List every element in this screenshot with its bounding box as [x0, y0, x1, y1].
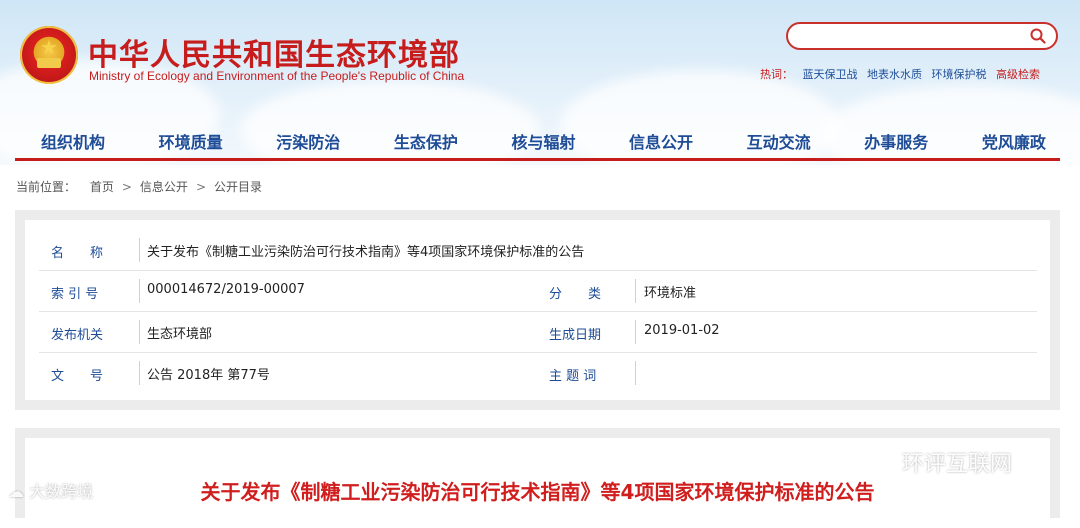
watermark-left-text: 大数跨境	[29, 482, 94, 501]
info-row-publisher: 发布机关 生态环境部 生成日期 2019-01-02	[39, 312, 1037, 353]
gate-icon	[37, 58, 61, 68]
advanced-search-link[interactable]: 高级检索	[996, 68, 1040, 81]
nav-item-party-integrity[interactable]: 党风廉政	[982, 128, 1046, 158]
nav-item-pollution-control[interactable]: 污染防治	[276, 128, 340, 158]
info-key-publisher: 发布机关	[51, 328, 104, 343]
nav-item-information-disclosure[interactable]: 信息公开	[629, 128, 693, 158]
nav-item-nuclear-radiation[interactable]: 核与辐射	[511, 128, 575, 158]
breadcrumb-separator: >	[121, 180, 132, 194]
info-key-name: 名 称	[51, 246, 104, 261]
info-key-category: 分 类	[549, 287, 602, 302]
breadcrumb-info-disclosure[interactable]: 信息公开	[140, 180, 188, 194]
breadcrumb-catalog[interactable]: 公开目录	[214, 180, 262, 194]
breadcrumb: 当前位置： 首页 > 信息公开 > 公开目录	[16, 178, 262, 195]
info-separator	[139, 279, 140, 303]
info-key-date: 生成日期	[549, 328, 602, 343]
info-separator	[635, 320, 636, 344]
info-row-doc-number: 文 号 公告 2018年 第77号 主 题 词	[39, 353, 1037, 393]
info-value-name: 关于发布《制糖工业污染防治可行技术指南》等4项国家环境保护标准的公告	[147, 245, 585, 260]
nav-item-interaction[interactable]: 互动交流	[747, 128, 811, 158]
main-nav: 组织机构 环境质量 污染防治 生态保护 核与辐射 信息公开 互动交流 办事服务 …	[15, 128, 1060, 158]
info-separator	[139, 320, 140, 344]
info-value-publisher: 生态环境部	[147, 327, 213, 342]
star-icon: ★	[40, 35, 58, 59]
hot-word-link[interactable]: 蓝天保卫战	[803, 68, 858, 81]
info-value-category: 环境标准	[644, 286, 697, 301]
info-separator	[139, 238, 140, 262]
hot-word-link[interactable]: 地表水水质	[867, 68, 922, 81]
search-icon[interactable]	[1030, 28, 1046, 44]
info-row-index: 索 引 号 000014672/2019-00007 分 类 环境标准	[39, 271, 1037, 312]
info-key-index: 索 引 号	[51, 287, 99, 302]
hot-words: 热词： 蓝天保卫战 地表水水质 环境保护税 高级检索	[760, 66, 1040, 82]
hot-words-label: 热词：	[760, 68, 793, 81]
watermark-right-text: 环评互联网	[902, 452, 1013, 477]
nav-item-environment-quality[interactable]: 环境质量	[159, 128, 223, 158]
info-separator	[139, 361, 140, 385]
watermark-logo-icon: ☁	[8, 482, 24, 501]
nav-divider	[15, 158, 1060, 161]
site-subtitle: Ministry of Ecology and Environment of t…	[89, 69, 465, 83]
info-separator	[635, 361, 636, 385]
info-value-date: 2019-01-02	[644, 323, 720, 338]
info-key-doc-number: 文 号	[51, 369, 104, 384]
breadcrumb-label: 当前位置：	[16, 180, 77, 194]
site-title[interactable]: 中华人民共和国生态环境部	[88, 30, 460, 74]
breadcrumb-home[interactable]: 首页	[90, 180, 114, 194]
info-value-doc-number: 公告 2018年 第77号	[147, 368, 270, 383]
info-row-name: 名 称 关于发布《制糖工业污染防治可行技术指南》等4项国家环境保护标准的公告	[39, 230, 1037, 271]
search-box	[786, 22, 1058, 50]
info-separator	[635, 279, 636, 303]
national-emblem-icon[interactable]: ★	[20, 26, 78, 84]
document-info-panel: 名 称 关于发布《制糖工业污染防治可行技术指南》等4项国家环境保护标准的公告 索…	[15, 210, 1060, 410]
document-info-table: 名 称 关于发布《制糖工业污染防治可行技术指南》等4项国家环境保护标准的公告 索…	[25, 220, 1050, 400]
nav-item-services[interactable]: 办事服务	[864, 128, 928, 158]
info-key-subject: 主 题 词	[549, 369, 597, 384]
article-title: 关于发布《制糖工业污染防治可行技术指南》等4项国家环境保护标准的公告	[200, 480, 875, 504]
hot-word-link[interactable]: 环境保护税	[932, 68, 987, 81]
search-input[interactable]	[800, 27, 1024, 47]
info-value-index: 000014672/2019-00007	[147, 282, 305, 297]
nav-item-organization[interactable]: 组织机构	[41, 128, 105, 158]
watermark-left: ☁ 大数跨境	[8, 478, 93, 502]
wechat-icon	[863, 450, 894, 474]
nav-item-ecology-protection[interactable]: 生态保护	[394, 128, 458, 158]
breadcrumb-separator: >	[195, 180, 206, 194]
watermark-right: 环评互联网	[862, 446, 1012, 478]
